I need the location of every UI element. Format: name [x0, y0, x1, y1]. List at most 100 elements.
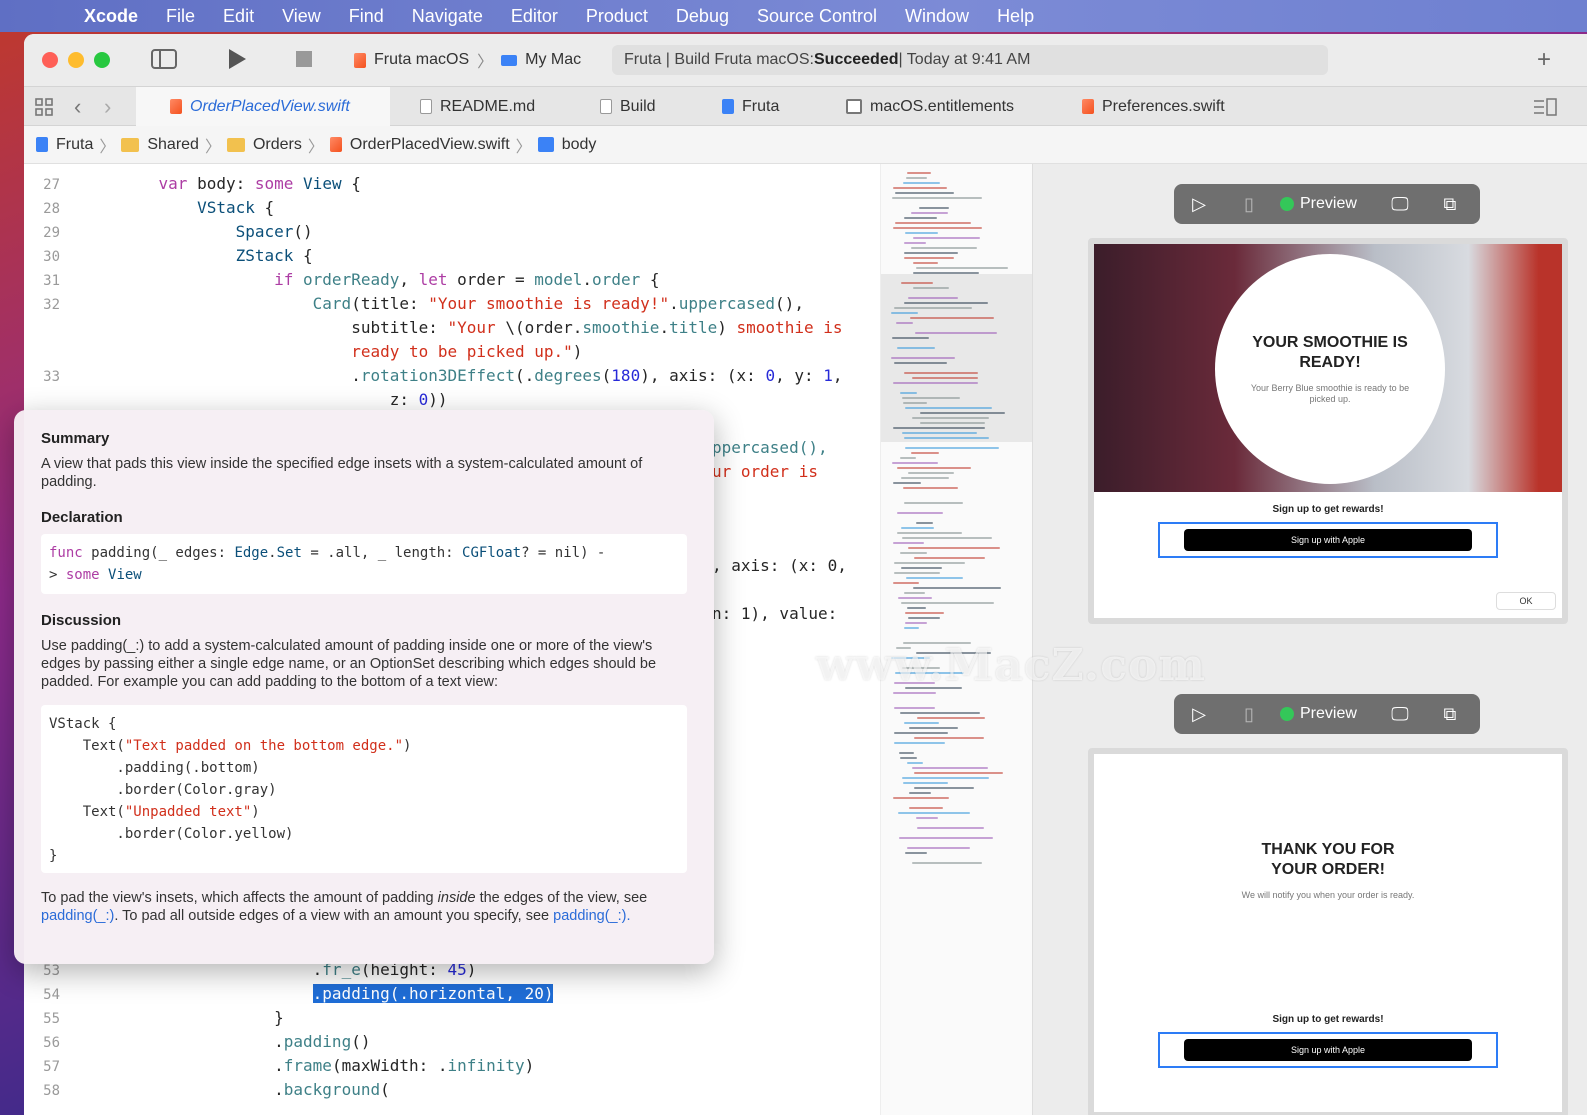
minimap-line [898, 812, 970, 814]
library-plus-button[interactable]: + [1537, 46, 1551, 74]
breadcrumb-project[interactable]: Fruta [36, 136, 93, 154]
minimap-line [909, 792, 931, 794]
tab-label: Fruta [742, 97, 780, 115]
swift-file-icon [329, 137, 342, 152]
minimap-line [896, 322, 913, 324]
tab-bar: ‹ › OrderPlacedView.swift README.md Buil… [24, 86, 1587, 126]
device-icon[interactable]: ▯ [1224, 194, 1274, 215]
folder-icon [121, 137, 140, 152]
activity-status: Fruta | Build Fruta macOS: Succeeded | T… [612, 45, 1328, 75]
grid-icon[interactable] [34, 87, 64, 126]
minimize-window-button[interactable] [68, 52, 84, 68]
minimap-line [900, 392, 917, 394]
thanks-block: THANK YOU FOR YOUR ORDER! We will notify… [1094, 840, 1562, 901]
thanks-subtitle: We will notify you when your order is re… [1241, 890, 1415, 900]
minimap-line [908, 547, 1000, 549]
breadcrumb-orders[interactable]: Orders [226, 136, 302, 154]
signup-apple-button[interactable]: Sign up with Apple [1184, 529, 1472, 551]
menu-product[interactable]: Product [572, 6, 662, 27]
menu-navigate[interactable]: Navigate [398, 6, 497, 27]
minimap-line [897, 512, 943, 514]
minimap-line [900, 552, 927, 554]
ok-button[interactable]: OK [1496, 592, 1556, 610]
minimap-line [909, 727, 958, 729]
chevron-right-icon: 〉 [515, 138, 532, 156]
minimap-line [917, 827, 984, 829]
editor-options-icon[interactable] [1532, 87, 1558, 126]
status-suffix: | Today at 9:41 AM [898, 51, 1031, 68]
tab-orderplacedview[interactable]: OrderPlacedView.swift [136, 87, 390, 126]
close-window-button[interactable] [42, 52, 58, 68]
sidebar-toggle-icon[interactable] [150, 48, 178, 70]
minimap-line [920, 412, 1005, 414]
status-dot [1280, 707, 1294, 721]
minimap-line [893, 797, 949, 799]
tab-fruta[interactable]: Fruta [722, 87, 779, 126]
menu-find[interactable]: Find [335, 6, 398, 27]
minimap-line [904, 502, 963, 504]
minimap-line [908, 297, 958, 299]
status-prefix: Fruta | Build Fruta macOS: [624, 51, 814, 68]
live-preview-icon[interactable]: ▷ [1174, 194, 1224, 215]
minimap-line [899, 837, 993, 839]
signup-apple-frame: Sign up with Apple [1158, 522, 1498, 558]
code-line: 30 ZStack { [43, 246, 313, 265]
padding-link[interactable]: padding(_:) [41, 908, 114, 924]
live-preview-icon[interactable]: ▷ [1174, 704, 1224, 725]
minimap-line [901, 282, 933, 284]
menu-file[interactable]: File [152, 6, 209, 27]
device-settings-icon[interactable]: 🖵 [1375, 704, 1425, 725]
minimap-line [893, 482, 921, 484]
menu-debug[interactable]: Debug [662, 6, 743, 27]
minimap-line [906, 177, 927, 179]
minimap-line [897, 532, 962, 534]
tab-readme[interactable]: README.md [420, 87, 535, 126]
stop-button[interactable] [296, 51, 312, 67]
breadcrumb-symbol[interactable]: body [537, 136, 596, 154]
minimap-line [919, 207, 949, 209]
menu-source-control[interactable]: Source Control [743, 6, 891, 27]
minimap-line [913, 237, 980, 239]
menu-help[interactable]: Help [983, 6, 1048, 27]
menu-editor[interactable]: Editor [497, 6, 572, 27]
tab-preferences[interactable]: Preferences.swift [1082, 87, 1225, 126]
minimap-line [892, 197, 982, 199]
minimap-line [911, 212, 948, 214]
tab-build[interactable]: Build [600, 87, 656, 126]
minimap-line [913, 262, 938, 264]
minimap-line [907, 172, 931, 174]
minimap-line [908, 617, 940, 619]
signup-apple-button[interactable]: Sign up with Apple [1184, 1039, 1472, 1061]
declaration-heading: Declaration [41, 509, 123, 526]
minimap-line [904, 627, 919, 629]
minimap-line [913, 587, 1001, 589]
minimap-line [914, 772, 1003, 774]
duplicate-preview-icon[interactable]: ⧉ [1425, 704, 1475, 725]
tab-entitlements[interactable]: macOS.entitlements [846, 87, 1014, 126]
minimap-line [905, 852, 927, 854]
duplicate-preview-icon[interactable]: ⧉ [1425, 194, 1475, 215]
chevron-right-icon: 〉 [204, 138, 221, 156]
signup-apple-frame: Sign up with Apple [1158, 1032, 1498, 1068]
minimap-line [902, 777, 989, 779]
forward-arrow-icon[interactable]: › [104, 87, 111, 126]
menu-xcode[interactable]: Xcode [70, 6, 152, 27]
breadcrumb-shared[interactable]: Shared [121, 136, 199, 154]
minimap-line [905, 232, 938, 234]
device-icon[interactable]: ▯ [1224, 704, 1274, 725]
ready-title: YOUR SMOOTHIE IS READY! [1252, 334, 1408, 371]
preview-status: Preview [1280, 705, 1357, 723]
minimap-line [916, 522, 933, 524]
scheme-selector[interactable]: Fruta macOS 〉 My Mac [344, 44, 612, 76]
run-button[interactable] [227, 48, 247, 70]
padding-link[interactable]: padding(_:). [553, 908, 630, 924]
zoom-window-button[interactable] [94, 52, 110, 68]
back-arrow-icon[interactable]: ‹ [74, 87, 81, 126]
menu-view[interactable]: View [268, 6, 335, 27]
device-settings-icon[interactable]: 🖵 [1375, 194, 1425, 215]
minimap-line [902, 537, 992, 539]
chevron-right-icon: 〉 [307, 138, 324, 156]
menu-window[interactable]: Window [891, 6, 983, 27]
breadcrumb-file[interactable]: OrderPlacedView.swift [329, 136, 510, 154]
menu-edit[interactable]: Edit [209, 6, 268, 27]
